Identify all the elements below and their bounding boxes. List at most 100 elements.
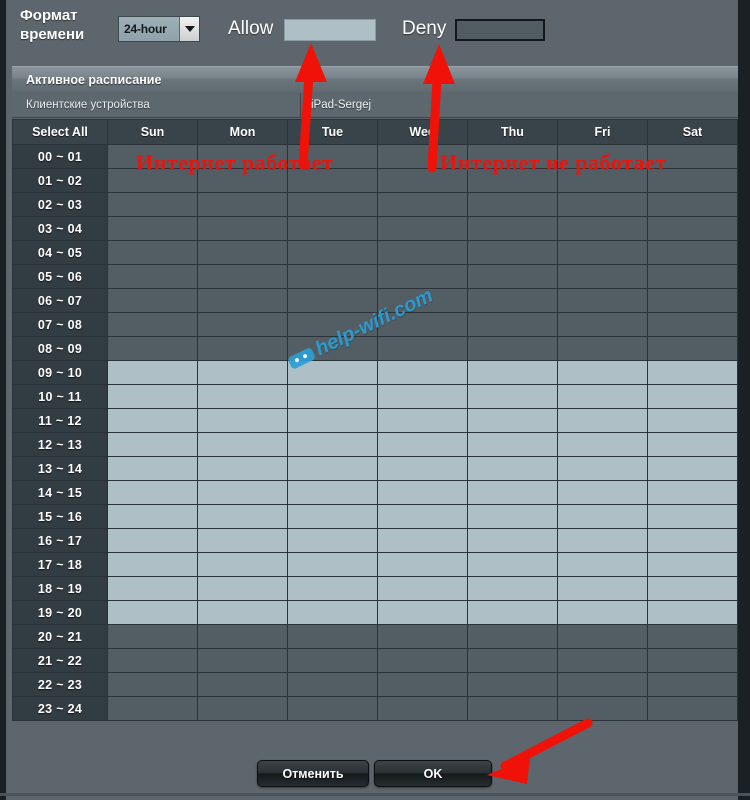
schedule-cell-sun-17[interactable]	[107, 552, 198, 577]
hour-label[interactable]: 21 ~ 22	[12, 648, 108, 673]
schedule-cell-wed-2[interactable]	[377, 192, 468, 217]
schedule-cell-thu-12[interactable]	[467, 432, 558, 457]
schedule-cell-mon-13[interactable]	[197, 456, 288, 481]
schedule-cell-mon-21[interactable]	[197, 648, 288, 673]
schedule-cell-sat-23[interactable]	[647, 696, 738, 721]
schedule-cell-thu-13[interactable]	[467, 456, 558, 481]
schedule-cell-sun-21[interactable]	[107, 648, 198, 673]
schedule-cell-sat-18[interactable]	[647, 576, 738, 601]
schedule-cell-mon-16[interactable]	[197, 528, 288, 553]
schedule-cell-wed-5[interactable]	[377, 264, 468, 289]
schedule-cell-sun-2[interactable]	[107, 192, 198, 217]
schedule-cell-mon-2[interactable]	[197, 192, 288, 217]
schedule-cell-fri-6[interactable]	[557, 288, 648, 313]
schedule-cell-tue-8[interactable]	[287, 336, 378, 361]
schedule-cell-sun-14[interactable]	[107, 480, 198, 505]
schedule-cell-sun-19[interactable]	[107, 600, 198, 625]
schedule-cell-sun-15[interactable]	[107, 504, 198, 529]
schedule-cell-fri-22[interactable]	[557, 672, 648, 697]
hour-label[interactable]: 09 ~ 10	[12, 360, 108, 385]
schedule-cell-wed-12[interactable]	[377, 432, 468, 457]
schedule-cell-mon-12[interactable]	[197, 432, 288, 457]
hour-label[interactable]: 01 ~ 02	[12, 168, 108, 193]
schedule-cell-fri-2[interactable]	[557, 192, 648, 217]
schedule-cell-tue-22[interactable]	[287, 672, 378, 697]
schedule-cell-thu-14[interactable]	[467, 480, 558, 505]
schedule-cell-thu-2[interactable]	[467, 192, 558, 217]
schedule-cell-mon-8[interactable]	[197, 336, 288, 361]
schedule-cell-sat-12[interactable]	[647, 432, 738, 457]
schedule-cell-sat-10[interactable]	[647, 384, 738, 409]
schedule-cell-wed-11[interactable]	[377, 408, 468, 433]
hour-label[interactable]: 06 ~ 07	[12, 288, 108, 313]
schedule-cell-fri-15[interactable]	[557, 504, 648, 529]
schedule-cell-thu-3[interactable]	[467, 216, 558, 241]
hour-label[interactable]: 13 ~ 14	[12, 456, 108, 481]
schedule-cell-sun-8[interactable]	[107, 336, 198, 361]
schedule-cell-wed-15[interactable]	[377, 504, 468, 529]
hour-label[interactable]: 23 ~ 24	[12, 696, 108, 721]
schedule-cell-thu-7[interactable]	[467, 312, 558, 337]
hour-label[interactable]: 05 ~ 06	[12, 264, 108, 289]
schedule-cell-sun-12[interactable]	[107, 432, 198, 457]
schedule-cell-thu-9[interactable]	[467, 360, 558, 385]
schedule-cell-sat-15[interactable]	[647, 504, 738, 529]
schedule-cell-wed-4[interactable]	[377, 240, 468, 265]
schedule-cell-wed-23[interactable]	[377, 696, 468, 721]
chevron-down-icon[interactable]	[179, 17, 199, 41]
schedule-cell-tue-13[interactable]	[287, 456, 378, 481]
day-header-sat[interactable]: Sat	[647, 119, 738, 145]
schedule-cell-sat-6[interactable]	[647, 288, 738, 313]
schedule-cell-tue-6[interactable]	[287, 288, 378, 313]
schedule-cell-fri-20[interactable]	[557, 624, 648, 649]
schedule-cell-sat-5[interactable]	[647, 264, 738, 289]
schedule-cell-thu-15[interactable]	[467, 504, 558, 529]
schedule-cell-fri-16[interactable]	[557, 528, 648, 553]
schedule-cell-mon-10[interactable]	[197, 384, 288, 409]
schedule-cell-wed-6[interactable]	[377, 288, 468, 313]
hour-label[interactable]: 15 ~ 16	[12, 504, 108, 529]
schedule-cell-sat-13[interactable]	[647, 456, 738, 481]
schedule-cell-sun-7[interactable]	[107, 312, 198, 337]
ok-button[interactable]: OK	[374, 760, 492, 787]
schedule-cell-mon-20[interactable]	[197, 624, 288, 649]
schedule-cell-tue-12[interactable]	[287, 432, 378, 457]
schedule-cell-sun-13[interactable]	[107, 456, 198, 481]
schedule-cell-mon-15[interactable]	[197, 504, 288, 529]
schedule-cell-sat-19[interactable]	[647, 600, 738, 625]
schedule-cell-fri-19[interactable]	[557, 600, 648, 625]
schedule-cell-fri-9[interactable]	[557, 360, 648, 385]
day-header-sun[interactable]: Sun	[107, 119, 198, 145]
schedule-cell-mon-4[interactable]	[197, 240, 288, 265]
schedule-cell-sat-14[interactable]	[647, 480, 738, 505]
schedule-cell-fri-14[interactable]	[557, 480, 648, 505]
hour-label[interactable]: 17 ~ 18	[12, 552, 108, 577]
schedule-cell-thu-5[interactable]	[467, 264, 558, 289]
schedule-cell-mon-19[interactable]	[197, 600, 288, 625]
schedule-cell-wed-19[interactable]	[377, 600, 468, 625]
schedule-cell-tue-3[interactable]	[287, 216, 378, 241]
hour-label[interactable]: 10 ~ 11	[12, 384, 108, 409]
schedule-cell-sun-4[interactable]	[107, 240, 198, 265]
schedule-cell-wed-13[interactable]	[377, 456, 468, 481]
schedule-cell-mon-3[interactable]	[197, 216, 288, 241]
schedule-cell-mon-6[interactable]	[197, 288, 288, 313]
schedule-cell-wed-16[interactable]	[377, 528, 468, 553]
hour-label[interactable]: 20 ~ 21	[12, 624, 108, 649]
schedule-cell-tue-11[interactable]	[287, 408, 378, 433]
schedule-cell-fri-21[interactable]	[557, 648, 648, 673]
schedule-cell-fri-8[interactable]	[557, 336, 648, 361]
hour-label[interactable]: 22 ~ 23	[12, 672, 108, 697]
schedule-cell-mon-17[interactable]	[197, 552, 288, 577]
schedule-grid[interactable]: Select All Sun Mon Tue Wed Thu Fri Sat 0…	[12, 119, 738, 721]
day-header-wed[interactable]: Wed	[377, 119, 468, 145]
schedule-cell-tue-19[interactable]	[287, 600, 378, 625]
schedule-cell-mon-7[interactable]	[197, 312, 288, 337]
schedule-cell-fri-23[interactable]	[557, 696, 648, 721]
schedule-cell-wed-22[interactable]	[377, 672, 468, 697]
schedule-cell-wed-17[interactable]	[377, 552, 468, 577]
schedule-cell-wed-3[interactable]	[377, 216, 468, 241]
schedule-cell-sat-9[interactable]	[647, 360, 738, 385]
schedule-cell-tue-21[interactable]	[287, 648, 378, 673]
schedule-cell-fri-11[interactable]	[557, 408, 648, 433]
